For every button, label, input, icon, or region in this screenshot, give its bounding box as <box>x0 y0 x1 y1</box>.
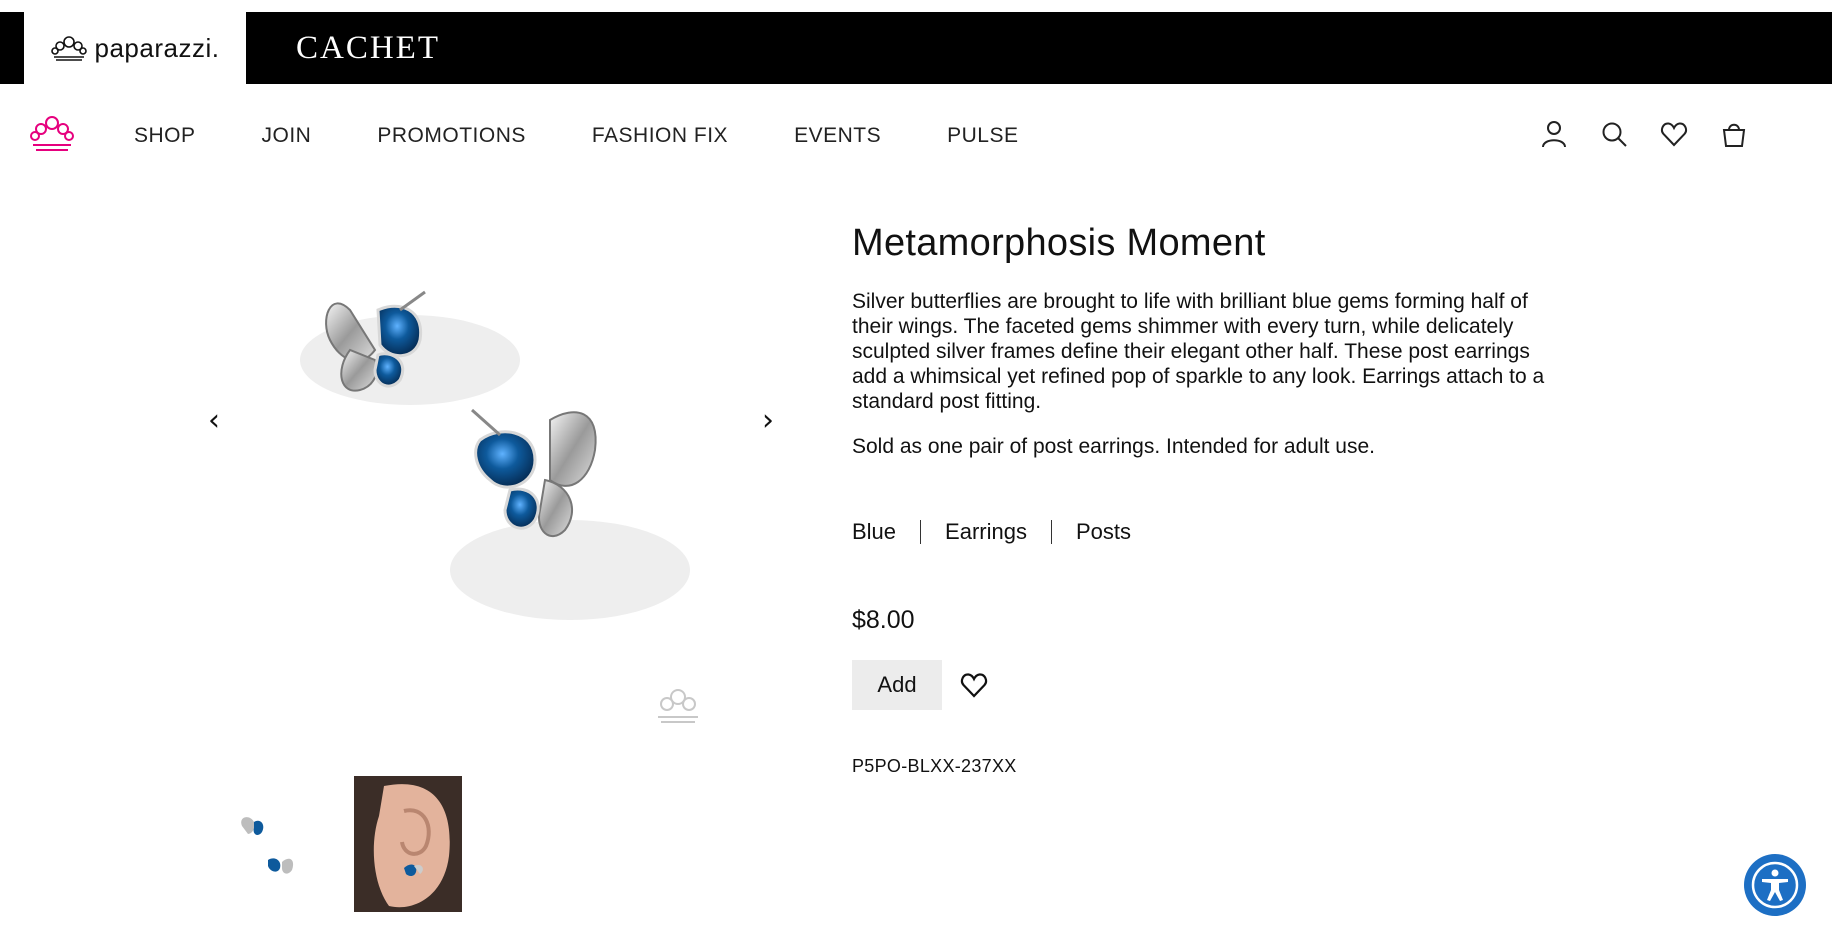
header-actions <box>1540 120 1748 148</box>
product-details: Metamorphosis Moment Silver butterflies … <box>852 222 1572 776</box>
thumbnail-strip <box>228 776 462 912</box>
brand-paparazzi-label: paparazzi. <box>94 32 220 63</box>
brand-bar: paparazzi. CACHET <box>0 12 1832 84</box>
nav-link-fashion-fix[interactable]: FASHION FIX <box>592 124 728 148</box>
wishlist-heart-icon[interactable] <box>960 671 988 699</box>
heart-icon[interactable] <box>1660 120 1688 148</box>
brand-tab-cachet[interactable]: CACHET <box>296 12 440 84</box>
brand-tab-paparazzi[interactable]: paparazzi. <box>24 12 246 84</box>
product-sku: P5PO-BLXX-237XX <box>852 756 1017 776</box>
tag-color[interactable]: Blue <box>852 520 920 544</box>
paparazzi-crown-home-icon[interactable] <box>30 114 74 154</box>
thumbnail-model[interactable] <box>354 776 462 912</box>
product-gallery: ‹ › <box>190 210 790 750</box>
paparazzi-crown-logo-icon <box>50 36 87 61</box>
account-icon[interactable] <box>1540 120 1568 148</box>
product-main-image <box>300 290 698 723</box>
add-to-cart-button[interactable]: Add <box>852 660 942 710</box>
nav-link-pulse[interactable]: PULSE <box>947 124 1018 148</box>
product-price: $8.00 <box>852 606 915 634</box>
product-title: Metamorphosis Moment <box>852 222 1266 264</box>
nav-links: SHOP JOIN PROMOTIONS FASHION FIX EVENTS … <box>134 84 1084 188</box>
thumbnail-product[interactable] <box>228 776 336 912</box>
previous-image-arrow-icon[interactable]: ‹ <box>202 400 226 440</box>
main-navigation: SHOP JOIN PROMOTIONS FASHION FIX EVENTS … <box>0 84 1832 188</box>
tag-category[interactable]: Earrings <box>920 520 1051 544</box>
nav-link-promotions[interactable]: PROMOTIONS <box>377 124 526 148</box>
product-sold-as: Sold as one pair of post earrings. Inten… <box>852 435 1376 458</box>
accessibility-person-icon <box>1751 861 1799 909</box>
purchase-actions: Add <box>852 660 988 710</box>
accessibility-button[interactable] <box>1744 854 1806 916</box>
next-image-arrow-icon[interactable]: › <box>756 400 780 440</box>
shopping-bag-icon[interactable] <box>1720 120 1748 148</box>
nav-link-join[interactable]: JOIN <box>262 124 312 148</box>
nav-link-shop[interactable]: SHOP <box>134 124 196 148</box>
nav-link-events[interactable]: EVENTS <box>794 124 881 148</box>
tag-type[interactable]: Posts <box>1050 520 1155 544</box>
search-icon[interactable] <box>1600 120 1628 148</box>
product-tags: Blue Earrings Posts <box>852 520 1155 544</box>
product-description: Silver butterflies are brought to life w… <box>852 290 1545 413</box>
